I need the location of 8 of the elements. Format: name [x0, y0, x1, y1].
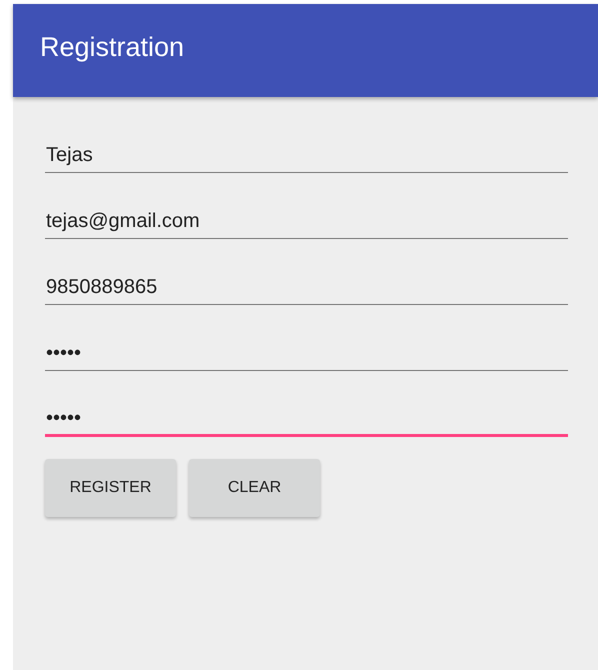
input-field[interactable]: tejas@gmail.com	[45, 203, 568, 239]
input-field[interactable]: •••••	[45, 401, 568, 437]
screen-title: Registration	[40, 32, 184, 63]
input-field[interactable]: Tejas	[45, 137, 568, 173]
action-button[interactable]: CLEAR	[189, 459, 320, 517]
input-field[interactable]: 9850889865	[45, 269, 568, 305]
input-field[interactable]: •••••	[45, 335, 568, 371]
action-button[interactable]: REGISTER	[45, 459, 176, 517]
